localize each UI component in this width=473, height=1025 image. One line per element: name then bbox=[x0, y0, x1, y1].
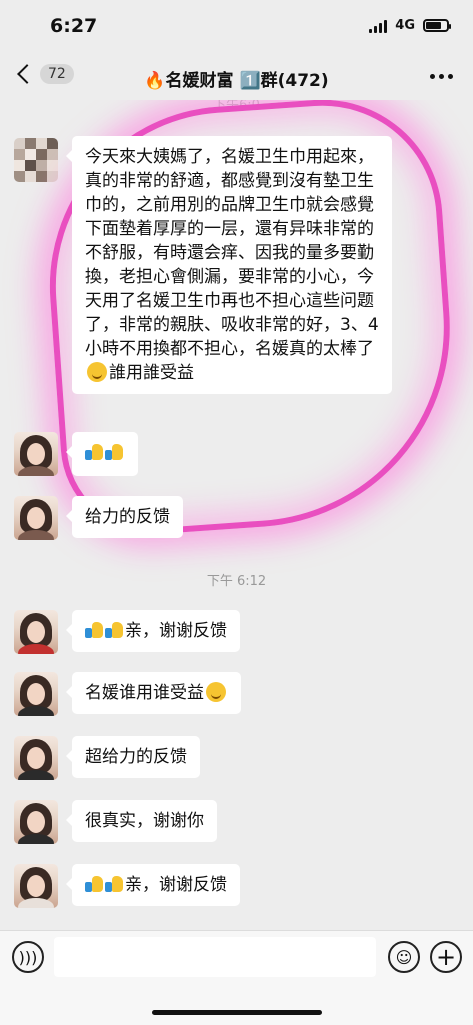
avatar[interactable] bbox=[14, 864, 58, 908]
thumbs-up-icon bbox=[105, 876, 123, 892]
emoji-icon[interactable]: ☺ bbox=[388, 941, 420, 973]
more-options-icon[interactable] bbox=[430, 74, 453, 79]
message-bubble[interactable]: 亲，谢谢反馈 bbox=[66, 610, 240, 652]
message-text: 名媛谁用谁受益 bbox=[85, 683, 204, 703]
smile-emoji-icon bbox=[87, 362, 107, 382]
signal-icon bbox=[369, 19, 388, 33]
thumbs-up-icon bbox=[85, 622, 103, 638]
message-input[interactable] bbox=[54, 937, 376, 977]
thumbs-up-icon bbox=[105, 444, 123, 460]
status-icons: 4G bbox=[369, 18, 451, 33]
message-bubble[interactable]: 亲，谢谢反馈 bbox=[66, 864, 240, 906]
message-text: 亲，谢谢反馈 bbox=[125, 621, 227, 641]
message-bubble[interactable]: 超给力的反馈 bbox=[66, 736, 200, 778]
avatar[interactable] bbox=[14, 432, 58, 476]
message-text: 今天來大姨媽了，名媛卫生巾用起來，真的非常的舒適，都感覺到沒有墊卫生巾的，之前用… bbox=[85, 147, 379, 359]
voice-icon[interactable]: ))) bbox=[12, 941, 44, 973]
chat-area[interactable]: 下午6:0 今天來大姨媽了，名媛卫生巾用起來，真的非常的舒適，都感覺到沒有墊卫生… bbox=[0, 100, 473, 930]
avatar[interactable] bbox=[14, 138, 58, 182]
avatar[interactable] bbox=[14, 496, 58, 540]
plus-icon[interactable]: + bbox=[430, 941, 462, 973]
battery-icon bbox=[423, 19, 451, 32]
chat-title: 🔥名媛财富 1️⃣群(472) bbox=[144, 71, 329, 91]
message-bubble[interactable] bbox=[66, 432, 138, 476]
nav-bar: 72 🔥名媛财富 1️⃣群(472) bbox=[0, 56, 473, 100]
timestamp: 下午 6:12 bbox=[206, 574, 267, 589]
message-bubble[interactable]: 很真实，谢谢你 bbox=[66, 800, 217, 842]
avatar[interactable] bbox=[14, 736, 58, 780]
network-label: 4G bbox=[395, 18, 415, 33]
message-text: 超给力的反馈 bbox=[85, 747, 187, 767]
message-text: 给力的反馈 bbox=[85, 507, 170, 527]
avatar[interactable] bbox=[14, 800, 58, 844]
grin-emoji-icon bbox=[206, 682, 226, 702]
status-bar: 6:27 4G bbox=[0, 0, 473, 56]
message-bubble[interactable]: 今天來大姨媽了，名媛卫生巾用起來，真的非常的舒適，都感覺到沒有墊卫生巾的，之前用… bbox=[66, 136, 392, 394]
message-text: 亲，谢谢反馈 bbox=[125, 875, 227, 895]
status-time: 6:27 bbox=[50, 15, 98, 37]
avatar[interactable] bbox=[14, 672, 58, 716]
message-bubble[interactable]: 名媛谁用谁受益 bbox=[66, 672, 241, 714]
thumbs-up-icon bbox=[85, 444, 103, 460]
message-text-suffix: 誰用誰受益 bbox=[109, 363, 194, 383]
avatar[interactable] bbox=[14, 610, 58, 654]
home-indicator bbox=[152, 1010, 322, 1015]
thumbs-up-icon bbox=[105, 622, 123, 638]
message-text: 很真实，谢谢你 bbox=[85, 811, 204, 831]
thumbs-up-icon bbox=[85, 876, 103, 892]
message-bubble[interactable]: 给力的反馈 bbox=[66, 496, 183, 538]
